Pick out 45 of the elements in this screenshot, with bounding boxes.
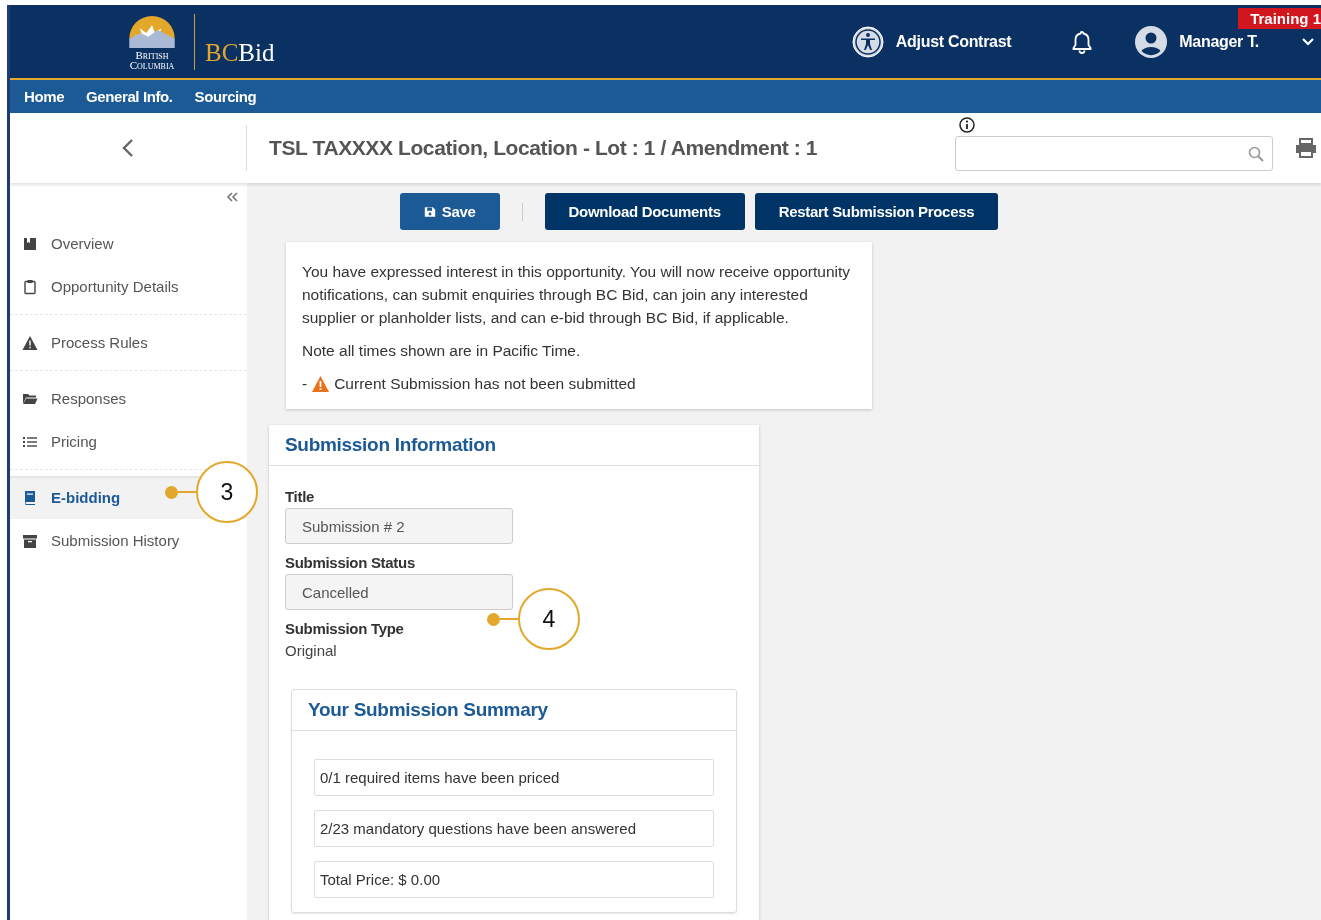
nav-link[interactable]: Sourcing xyxy=(194,88,257,105)
field-label: Submission Status xyxy=(285,554,416,571)
dash-text: - xyxy=(302,374,308,394)
field-label: Submission Type xyxy=(285,620,405,637)
notice-text: Note all times shown are in Pacific Time. xyxy=(302,341,582,361)
adjust-contrast-button[interactable]: Adjust Contrast xyxy=(851,25,1012,58)
sidebar-item[interactable]: Opportunity Details xyxy=(10,265,183,308)
clipboard-icon xyxy=(22,278,38,295)
summary-item: Total Price: $ 0.00 xyxy=(314,861,714,898)
nav-link[interactable]: Home xyxy=(24,88,65,105)
notice-text: You have expressed interest in this opportunity. You will now receive opportunity notifications, can submit enquiries through BC Bid, can join any interested supplier or planholder lists, and can e-bid through BC Bid, if applicable. xyxy=(302,262,851,328)
archive-icon xyxy=(22,532,38,549)
notification-bell-icon[interactable] xyxy=(1071,29,1094,54)
input-field[interactable]: Cancelled xyxy=(285,574,513,610)
sidebar-item[interactable]: Pricing xyxy=(10,420,101,463)
sidebar-item[interactable]: Responses xyxy=(10,377,131,420)
page-title: TSL TAXXXX Location, Location - Lot : 1 / Amendment : 1 xyxy=(269,136,818,160)
print-icon[interactable] xyxy=(1295,138,1317,158)
sidebar-item[interactable]: Submission History xyxy=(10,519,184,562)
collapse-icon xyxy=(225,191,239,203)
user-avatar-icon xyxy=(1135,25,1168,58)
input-field[interactable]: Submission # 2 xyxy=(285,508,513,544)
warning-icon xyxy=(311,374,331,393)
sidebar-item[interactable]: Process Rules xyxy=(10,321,152,364)
summary-item: 0/1 required items have been priced xyxy=(314,759,714,796)
logo-text: British Columbia xyxy=(128,49,176,70)
summary-item: 2/23 mandatory questions have been answered xyxy=(314,810,714,847)
save-button[interactable]: Save xyxy=(399,193,500,230)
nav-link[interactable]: General Info. xyxy=(86,88,173,105)
sidebar-item[interactable]: Overview xyxy=(10,222,118,265)
environment-badge: Training 1 xyxy=(1238,8,1321,29)
info-icon xyxy=(959,117,975,133)
toolbar-button[interactable]: Restart Submission Process xyxy=(754,193,999,230)
field-value: Original xyxy=(285,642,338,659)
card-heading: Your Submission Summary xyxy=(292,690,736,731)
sidebar-item[interactable]: E-bidding xyxy=(10,476,125,519)
search-icon xyxy=(1248,145,1264,162)
search-field[interactable] xyxy=(955,136,1273,171)
field-label: Title xyxy=(285,488,316,505)
card-heading: Submission Information xyxy=(269,425,759,466)
warning-icon xyxy=(22,334,38,351)
warning-text: Current Submission has not been submitted xyxy=(334,374,636,394)
brand-name: BCBid xyxy=(205,38,275,67)
toolbar-button[interactable]: Download Documents xyxy=(544,193,745,230)
accessibility-icon xyxy=(851,25,884,58)
